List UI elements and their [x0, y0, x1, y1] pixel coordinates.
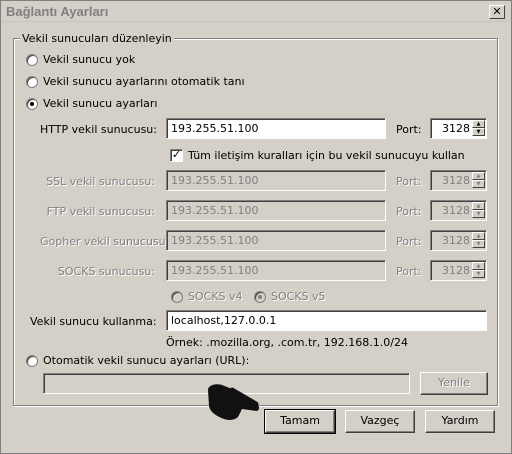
share-proxy-label: Tüm iletişim kuralları için bu vekil sun… — [188, 149, 465, 162]
spin-down-icon[interactable]: ▼ — [472, 240, 485, 248]
gopher-proxy-label: Gopher vekil sunucusu: — [40, 235, 170, 248]
window-title: Bağlantı Ayarları — [6, 4, 109, 19]
radio-socks-v5-label: SOCKS v5 — [271, 290, 326, 303]
socks-port-value: 3128 — [442, 264, 470, 277]
ssl-proxy-label: SSL vekil sunucusu: — [46, 175, 155, 188]
ftp-port-spinner[interactable]: 3128 ▲ ▼ — [430, 200, 487, 221]
radio-auto-url-label: Otomatik vekil sunucu ayarları (URL): — [43, 354, 250, 367]
gopher-port-value: 3128 — [442, 234, 470, 247]
http-proxy-label: HTTP vekil sunucusu: — [40, 123, 157, 136]
socks-port-label: Port: — [396, 265, 422, 278]
hand-pointer-icon — [208, 384, 260, 420]
radio-socks-v4-indicator[interactable] — [171, 290, 183, 303]
spin-up-icon[interactable]: ▲ — [472, 120, 485, 128]
title-bar: Bağlantı Ayarları ✕ — [2, 2, 510, 22]
spin-down-icon[interactable]: ▼ — [472, 270, 485, 278]
http-port-label: Port: — [396, 123, 422, 136]
share-proxy-checkbox[interactable]: ✓ Tüm iletişim kuralları için bu vekil s… — [170, 149, 465, 162]
ssl-port-spinner[interactable]: 3128 ▲ ▼ — [430, 170, 487, 191]
ftp-proxy-host-input[interactable]: 193.255.51.100 — [166, 200, 386, 221]
radio-no-proxy-label: Vekil sunucu yok — [43, 53, 136, 66]
radio-manual-indicator[interactable] — [26, 97, 38, 110]
radio-manual[interactable]: Vekil sunucu ayarları — [26, 97, 157, 110]
help-button[interactable]: Yardım — [425, 410, 495, 433]
http-proxy-host-input[interactable]: 193.255.51.100 — [166, 118, 386, 139]
radio-auto-detect-label: Vekil sunucu ayarlarını otomatik tanı — [43, 75, 245, 88]
spin-down-icon[interactable]: ▼ — [472, 180, 485, 188]
group-legend: Vekil sunucuları düzenleyin — [20, 32, 174, 45]
radio-auto-detect[interactable]: Vekil sunucu ayarlarını otomatik tanı — [26, 75, 245, 88]
socks-proxy-label: SOCKS sunucusu: — [57, 265, 155, 278]
gopher-port-label: Port: — [396, 235, 422, 248]
spin-down-icon[interactable]: ▼ — [472, 210, 485, 218]
socks-proxy-host-input[interactable]: 193.255.51.100 — [166, 260, 386, 281]
radio-auto-url[interactable]: Otomatik vekil sunucu ayarları (URL): — [26, 354, 249, 367]
ssl-proxy-host-input[interactable]: 193.255.51.100 — [166, 170, 386, 191]
spin-up-icon[interactable]: ▲ — [472, 172, 485, 180]
ftp-port-label: Port: — [396, 205, 422, 218]
spin-down-icon[interactable]: ▼ — [472, 128, 485, 136]
ok-button[interactable]: Tamam — [264, 409, 336, 434]
gopher-port-spinner[interactable]: 3128 ▲ ▼ — [430, 230, 487, 251]
radio-manual-label: Vekil sunucu ayarları — [43, 97, 158, 110]
radio-socks-v4[interactable]: SOCKS v4 — [171, 290, 243, 303]
close-button[interactable]: ✕ — [489, 5, 505, 19]
ftp-proxy-label: FTP vekil sunucusu: — [46, 205, 155, 218]
radio-socks-v4-label: SOCKS v4 — [188, 290, 243, 303]
radio-auto-url-indicator[interactable] — [26, 354, 38, 367]
radio-no-proxy[interactable]: Vekil sunucu yok — [26, 53, 135, 66]
checkbox-indicator[interactable]: ✓ — [170, 149, 183, 162]
radio-socks-v5[interactable]: SOCKS v5 — [254, 290, 326, 303]
http-port-spinner[interactable]: 3128 ▲ ▼ — [430, 118, 487, 139]
example-hint: Örnek: .mozilla.org, .com.tr, 192.168.1.… — [166, 336, 408, 349]
spin-up-icon[interactable]: ▲ — [472, 262, 485, 270]
http-port-value: 3128 — [442, 122, 470, 135]
cancel-button[interactable]: Vazgeç — [345, 410, 415, 433]
no-proxy-for-label: Vekil sunucu kullanma: — [30, 315, 157, 328]
gopher-proxy-host-input[interactable]: 193.255.51.100 — [166, 230, 386, 251]
radio-socks-v5-indicator[interactable] — [254, 290, 266, 303]
radio-auto-detect-indicator[interactable] — [26, 75, 38, 88]
no-proxy-for-input[interactable]: localhost,127.0.0.1 — [166, 310, 487, 331]
spin-up-icon[interactable]: ▲ — [472, 232, 485, 240]
ftp-port-value: 3128 — [442, 204, 470, 217]
radio-no-proxy-indicator[interactable] — [26, 53, 38, 66]
socks-port-spinner[interactable]: 3128 ▲ ▼ — [430, 260, 487, 281]
spin-up-icon[interactable]: ▲ — [472, 202, 485, 210]
proxy-group-box — [13, 38, 498, 406]
reload-button[interactable]: Yenile — [420, 372, 488, 395]
ssl-port-value: 3128 — [442, 174, 470, 187]
ssl-port-label: Port: — [396, 175, 422, 188]
